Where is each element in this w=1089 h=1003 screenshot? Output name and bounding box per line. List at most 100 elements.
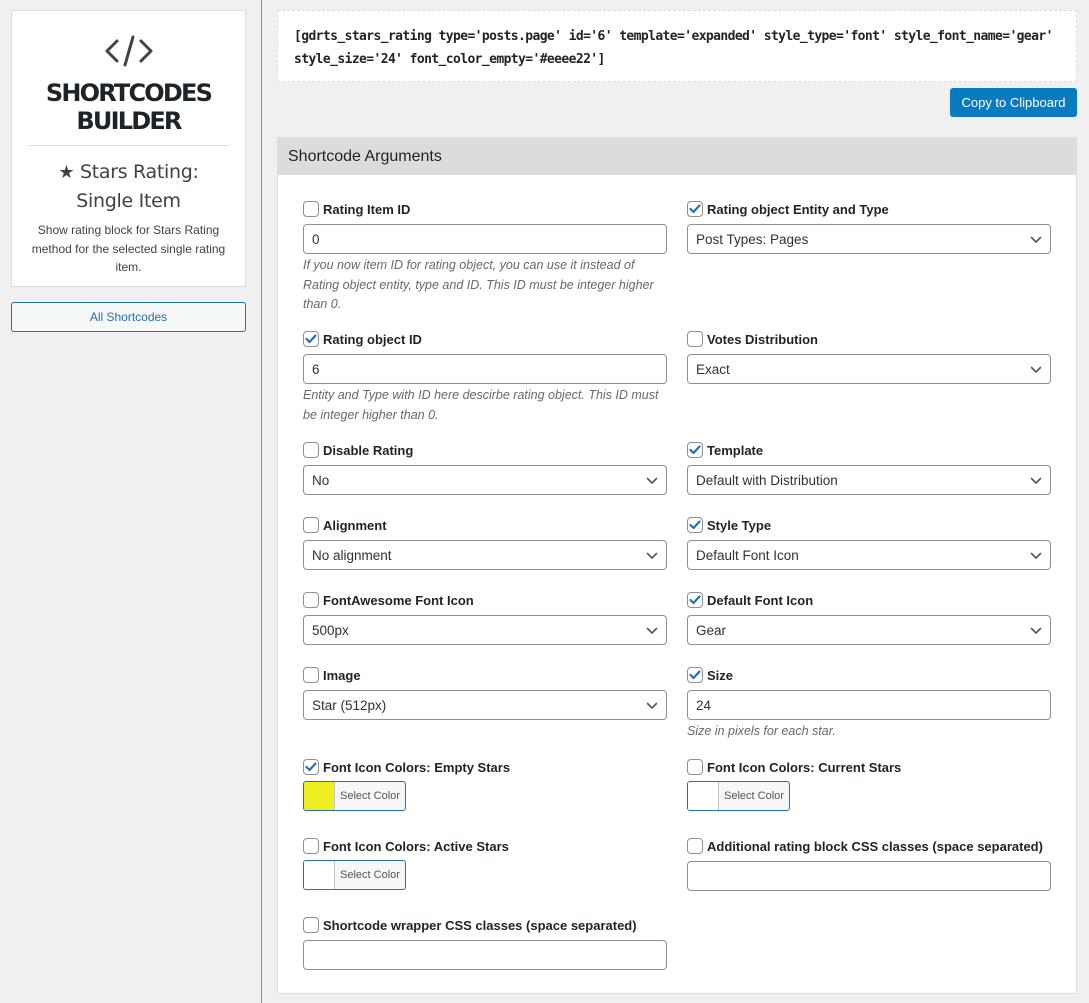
chevron-down-icon — [1030, 232, 1042, 247]
shortcode-title: ★ Stars Rating: Single Item — [12, 158, 245, 215]
field-fontawesome-icon: FontAwesome Font Icon 500px — [303, 591, 667, 645]
select-color-label: Select Color — [340, 790, 400, 802]
color-swatch — [304, 782, 335, 810]
field-hint: Entity and Type with ID here descirbe ra… — [303, 388, 659, 422]
chevron-down-icon — [1030, 623, 1042, 638]
input-value: 24 — [696, 697, 712, 713]
wrapper-css-input[interactable] — [303, 940, 667, 970]
checkbox[interactable] — [303, 667, 319, 683]
field-disable-rating: Disable Rating No — [303, 441, 667, 495]
field-entity-type: Rating object Entity and Type Post Types… — [687, 200, 1051, 254]
select-color-button[interactable]: Select Color — [303, 781, 406, 811]
checkbox[interactable] — [303, 331, 319, 347]
select-color-label: Select Color — [724, 790, 784, 802]
field-label: Default Font Icon — [707, 592, 814, 608]
default-font-icon-select[interactable]: Gear — [687, 615, 1051, 645]
field-default-font-icon: Default Font Icon Gear — [687, 591, 1051, 645]
chevron-down-icon — [1030, 473, 1042, 488]
field-rating-item-id: Rating Item ID 0 If you now item ID for … — [303, 200, 667, 315]
shortcode-description: Show rating block for Stars Rating metho… — [31, 223, 226, 274]
checkbox[interactable] — [303, 592, 319, 608]
select-color-button[interactable]: Select Color — [303, 860, 406, 890]
select-value: Gear — [696, 622, 727, 638]
alignment-select[interactable]: No alignment — [303, 540, 667, 570]
chevron-down-icon — [646, 623, 658, 638]
field-label: Additional rating block CSS classes (spa… — [707, 838, 1043, 854]
chevron-down-icon — [646, 548, 658, 563]
template-select[interactable]: Default with Distribution — [687, 465, 1051, 495]
field-hint: If you now item ID for rating object, yo… — [303, 258, 654, 311]
checkbox[interactable] — [687, 667, 703, 683]
image-select[interactable]: Star (512px) — [303, 690, 667, 720]
shortcode-output[interactable]: [gdrts_stars_rating type='posts.page' id… — [277, 10, 1077, 82]
field-label: Font Icon Colors: Empty Stars — [323, 759, 511, 775]
brand-title: SHORTCODES BUILDER — [12, 79, 245, 135]
brand-line-2: BUILDER — [76, 107, 182, 135]
field-label: Disable Rating — [323, 442, 414, 458]
shortcode-title-line-1: Stars Rating: — [79, 161, 199, 183]
checkbox[interactable] — [687, 517, 703, 533]
field-label: Template — [707, 442, 764, 458]
field-label: Alignment — [323, 517, 387, 533]
field-label: Rating Item ID — [323, 201, 411, 217]
all-shortcodes-button[interactable]: All Shortcodes — [11, 302, 246, 332]
checkbox[interactable] — [687, 759, 703, 775]
input-value: 0 — [312, 231, 320, 247]
field-hint: Size in pixels for each star. — [687, 724, 836, 738]
checkbox[interactable] — [687, 442, 703, 458]
checkbox[interactable] — [303, 517, 319, 533]
select-value: No — [312, 472, 330, 488]
field-color-empty: Font Icon Colors: Empty Stars Select Col… — [303, 758, 667, 811]
checkbox[interactable] — [687, 331, 703, 347]
shortcode-info-card: SHORTCODES BUILDER ★ Stars Rating: Singl… — [11, 10, 246, 287]
votes-distribution-select[interactable]: Exact — [687, 354, 1051, 384]
shortcode-title-line-2: Single Item — [76, 190, 181, 212]
copy-to-clipboard-button[interactable]: Copy to Clipboard — [950, 88, 1077, 117]
style-type-select[interactable]: Default Font Icon — [687, 540, 1051, 570]
disable-rating-select[interactable]: No — [303, 465, 667, 495]
select-value: Star (512px) — [312, 697, 387, 713]
checkbox[interactable] — [303, 838, 319, 854]
select-value: Default Font Icon — [696, 547, 799, 563]
field-votes-distribution: Votes Distribution Exact — [687, 330, 1051, 384]
checkbox[interactable] — [303, 917, 319, 933]
field-label: Rating object Entity and Type — [707, 201, 889, 217]
field-label: Size — [707, 667, 734, 683]
checkbox[interactable] — [687, 201, 703, 217]
checkbox[interactable] — [303, 442, 319, 458]
field-rating-object-id: Rating object ID 6 Entity and Type with … — [303, 330, 667, 425]
select-value: No alignment — [312, 547, 392, 563]
field-color-active: Font Icon Colors: Active Stars Select Co… — [303, 837, 667, 890]
entity-type-select[interactable]: Post Types: Pages — [687, 224, 1051, 254]
checkmark-icon — [689, 445, 701, 455]
select-color-label: Select Color — [340, 869, 400, 881]
size-input[interactable]: 24 — [687, 690, 1051, 720]
fontawesome-icon-select[interactable]: 500px — [303, 615, 667, 645]
checkmark-icon — [305, 334, 317, 344]
field-size: Size 24 Size in pixels for each star. — [687, 666, 1051, 742]
checkmark-icon — [689, 520, 701, 530]
checkbox[interactable] — [687, 592, 703, 608]
field-template: Template Default with Distribution — [687, 441, 1051, 495]
select-color-button[interactable]: Select Color — [687, 781, 790, 811]
checkbox[interactable] — [303, 759, 319, 775]
field-label: Image — [323, 667, 361, 683]
color-swatch — [304, 861, 335, 889]
additional-css-input[interactable] — [687, 861, 1051, 891]
field-alignment: Alignment No alignment — [303, 516, 667, 570]
rating-item-id-input[interactable]: 0 — [303, 224, 667, 254]
field-label: FontAwesome Font Icon — [323, 592, 474, 608]
input-value: 6 — [312, 361, 320, 377]
field-wrapper-css: Shortcode wrapper CSS classes (space sep… — [303, 916, 667, 970]
card-separator — [28, 145, 229, 146]
checkmark-icon — [689, 670, 701, 680]
star-icon: ★ — [58, 162, 75, 183]
chevron-down-icon — [646, 473, 658, 488]
field-style-type: Style Type Default Font Icon — [687, 516, 1051, 570]
checkbox[interactable] — [303, 201, 319, 217]
rating-object-id-input[interactable]: 6 — [303, 354, 667, 384]
sidebar-divider — [261, 0, 262, 1003]
checkbox[interactable] — [687, 838, 703, 854]
checkmark-icon — [689, 204, 701, 214]
field-color-current: Font Icon Colors: Current Stars Select C… — [687, 758, 1051, 811]
